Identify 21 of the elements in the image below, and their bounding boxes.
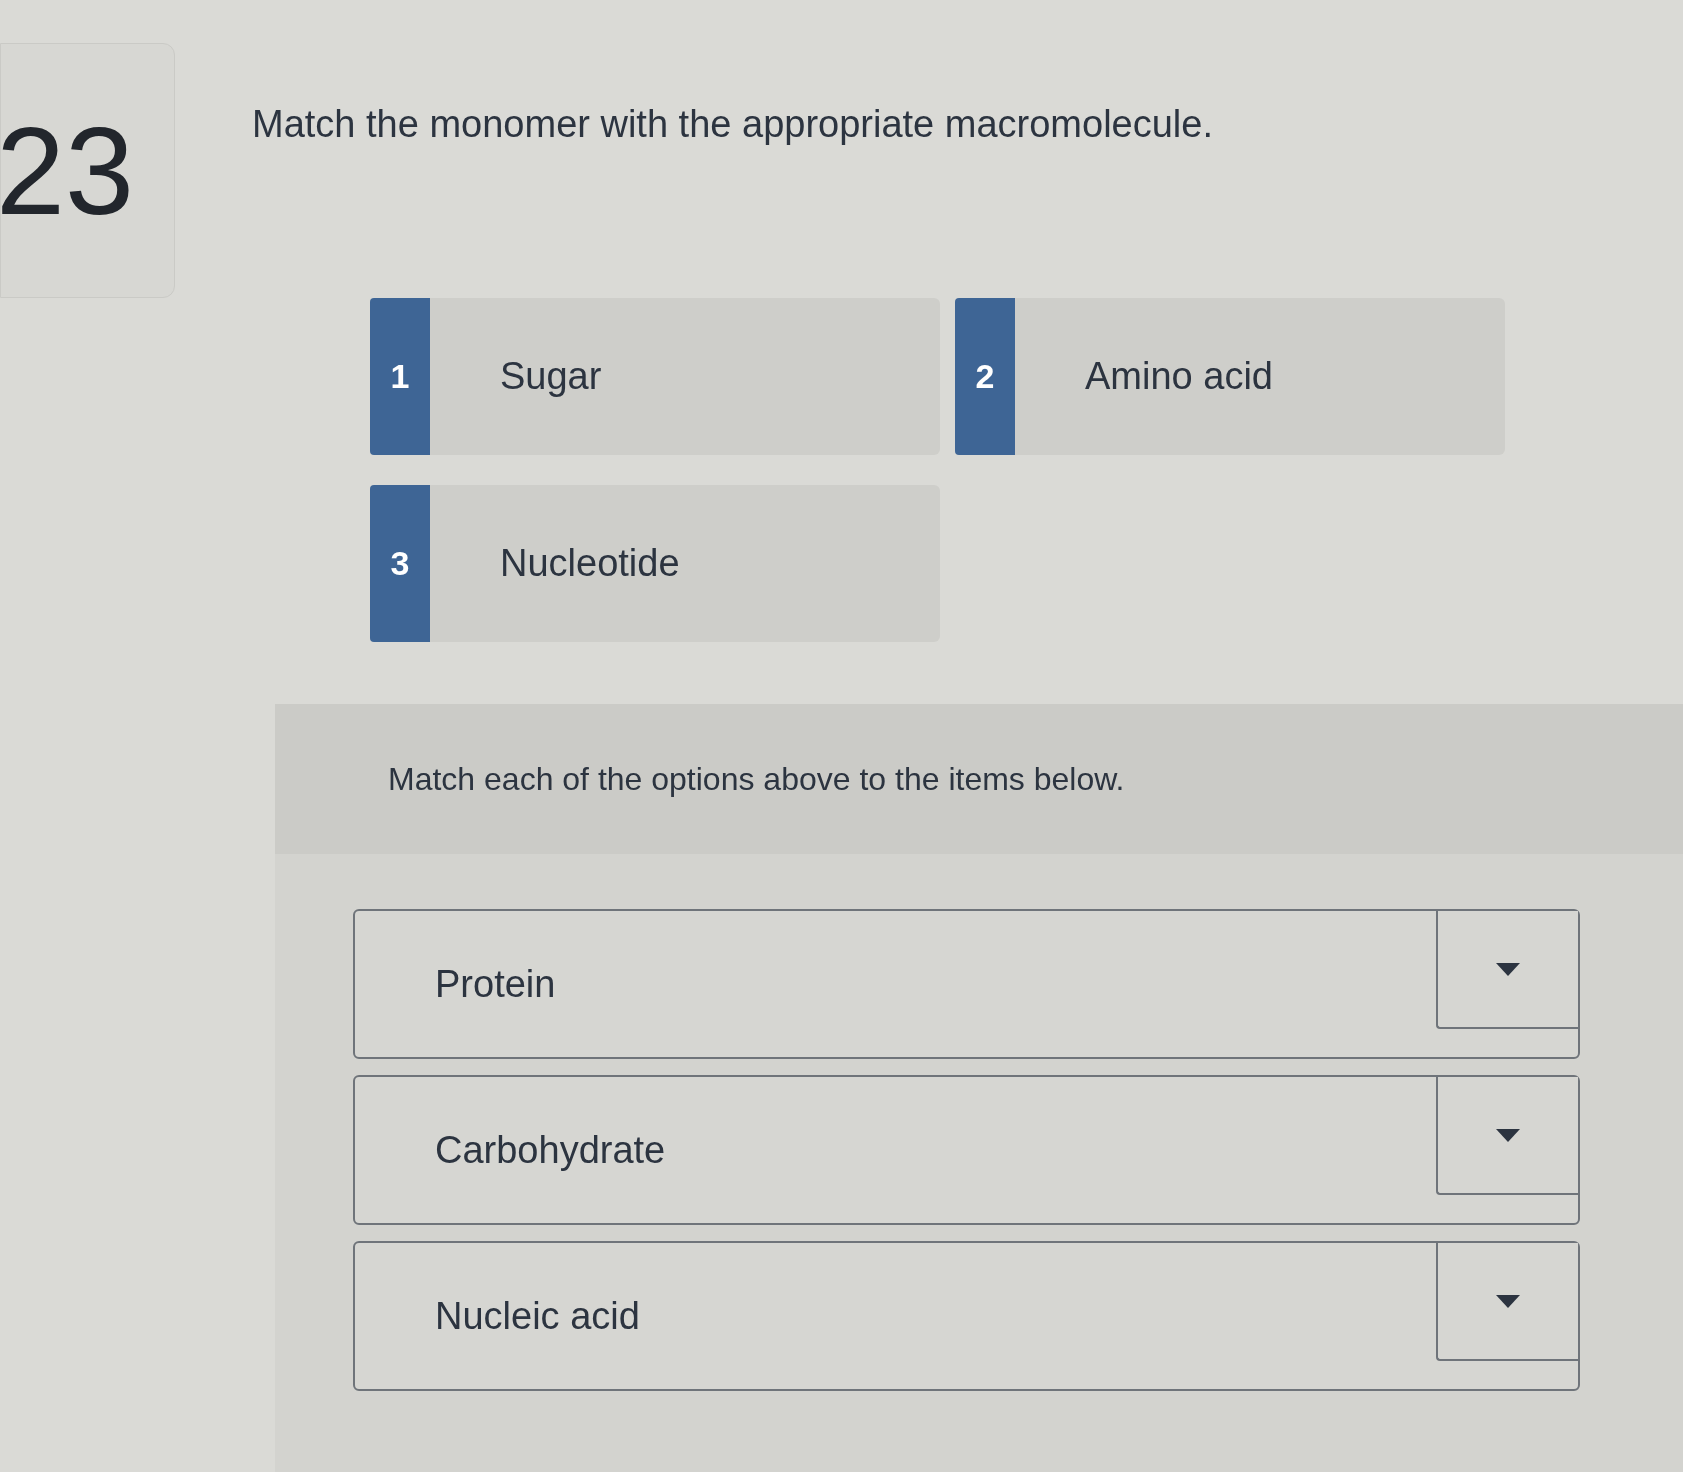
option-number: 2 <box>955 298 1015 455</box>
option-label: Sugar <box>500 354 602 399</box>
instruction-text: Match each of the options above to the items below. <box>388 760 1125 799</box>
option-card[interactable]: 1 Sugar <box>370 298 940 455</box>
option-number: 1 <box>370 298 430 455</box>
option-label: Nucleotide <box>500 541 680 586</box>
dropdown-button[interactable] <box>1436 1243 1578 1361</box>
option-number: 3 <box>370 485 430 642</box>
caret-icon <box>1496 1294 1520 1308</box>
caret-icon <box>1496 1128 1520 1142</box>
option-label: Amino acid <box>1085 354 1273 399</box>
question-number: 23 <box>0 108 134 233</box>
match-item-label: Nucleic acid <box>435 1293 640 1339</box>
match-item-label: Carbohydrate <box>435 1127 666 1173</box>
option-card[interactable]: 2 Amino acid <box>955 298 1505 455</box>
dropdown-button[interactable] <box>1436 1077 1578 1195</box>
caret-icon <box>1496 962 1520 976</box>
dropdown-button[interactable] <box>1436 911 1578 1029</box>
option-card[interactable]: 3 Nucleotide <box>370 485 940 642</box>
match-item-label: Protein <box>435 961 556 1007</box>
question-prompt: Match the monomer with the appropriate macromolecule. <box>252 102 1213 147</box>
